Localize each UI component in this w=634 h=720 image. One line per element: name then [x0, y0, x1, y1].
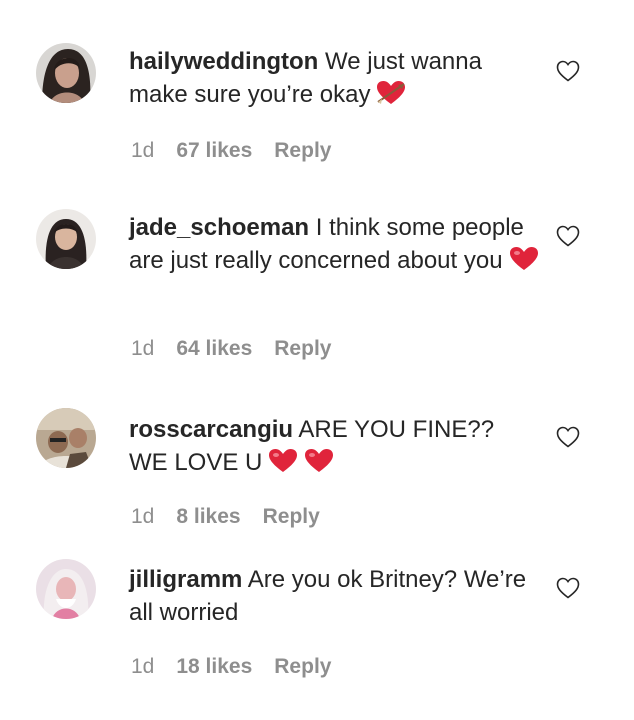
avatar[interactable]	[36, 408, 96, 468]
comment-age: 1d	[131, 337, 155, 360]
username[interactable]: jade_schoeman	[129, 214, 309, 241]
reply-button[interactable]: Reply	[274, 655, 331, 679]
heart-outline-icon[interactable]	[556, 426, 580, 448]
likes-count[interactable]: 64 likes	[176, 337, 252, 361]
reply-button[interactable]: Reply	[274, 139, 331, 163]
comment-text: hailyweddington We just wanna make sure …	[129, 45, 539, 115]
username[interactable]: hailyweddington	[129, 48, 318, 75]
username[interactable]: jilligramm	[129, 566, 242, 593]
comment-age: 1d	[131, 505, 155, 528]
red-heart-emoji	[268, 448, 298, 483]
red-heart-emoji	[304, 448, 334, 483]
likes-count[interactable]: 8 likes	[176, 505, 240, 529]
reply-button[interactable]: Reply	[263, 505, 320, 529]
arrow-heart-emoji	[376, 80, 406, 115]
comment-text: jilligramm Are you ok Britney? We’re all…	[129, 563, 539, 629]
likes-count[interactable]: 18 likes	[176, 655, 252, 679]
heart-outline-icon[interactable]	[556, 577, 580, 599]
comment-text: rosscarcangiu ARE YOU FINE?? WE LOVE U	[129, 413, 539, 483]
avatar[interactable]	[36, 209, 96, 269]
heart-outline-icon[interactable]	[556, 225, 580, 247]
avatar[interactable]	[36, 559, 96, 619]
comment-meta: 1d 64 likes Reply	[131, 337, 331, 361]
reply-button[interactable]: Reply	[274, 337, 331, 361]
avatar[interactable]	[36, 43, 96, 103]
red-heart-emoji	[509, 246, 539, 281]
comment-age: 1d	[131, 139, 155, 162]
comment-age: 1d	[131, 655, 155, 678]
comment-text: jade_schoeman I think some people are ju…	[129, 211, 539, 281]
comment-meta: 1d 67 likes Reply	[131, 139, 331, 163]
likes-count[interactable]: 67 likes	[176, 139, 252, 163]
heart-outline-icon[interactable]	[556, 60, 580, 82]
username[interactable]: rosscarcangiu	[129, 416, 293, 443]
comment-meta: 1d 8 likes Reply	[131, 505, 320, 529]
comment-meta: 1d 18 likes Reply	[131, 655, 331, 679]
